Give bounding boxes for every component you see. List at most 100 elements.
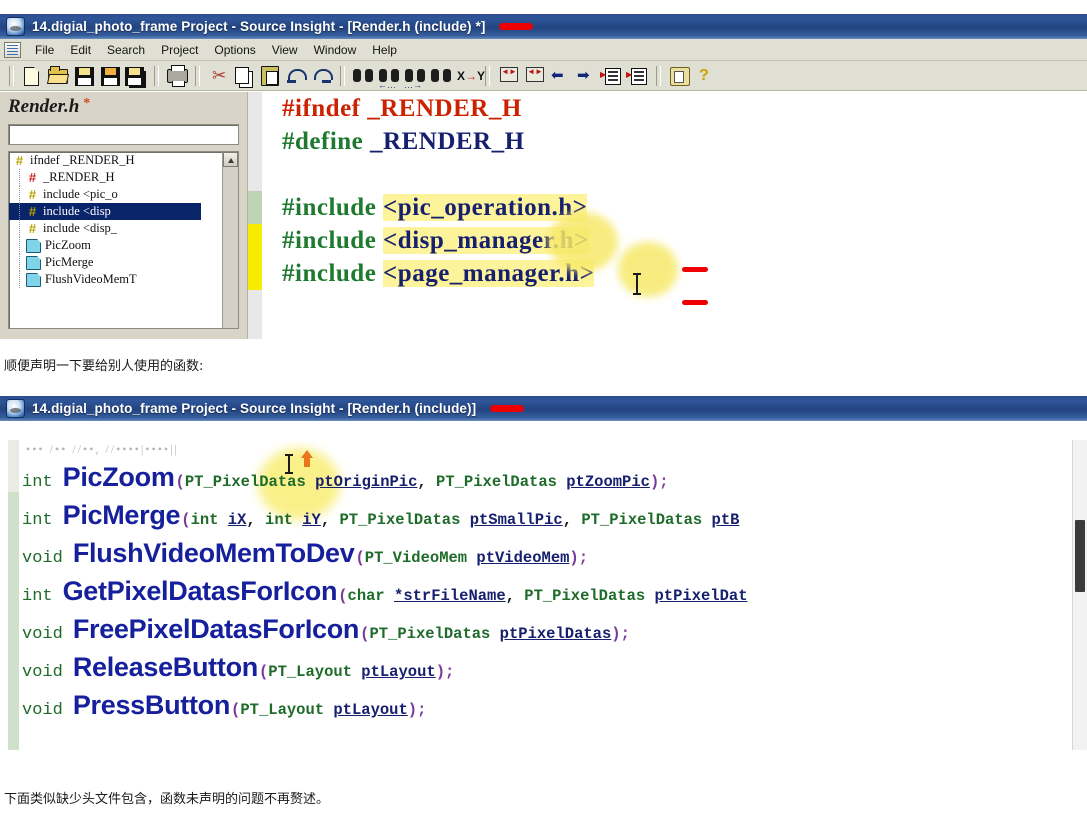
find-in-files-button[interactable] xyxy=(429,64,453,88)
title-red-dash-annotation xyxy=(499,23,534,30)
function-declarations-pane[interactable]: ••• /•• //••, //••••|••••|| int PicZoom … xyxy=(0,440,1087,750)
save-as-button[interactable] xyxy=(98,64,122,88)
replace-button[interactable]: X→Y xyxy=(455,64,485,88)
tree-item-selected[interactable]: # include <disp xyxy=(9,203,201,220)
page-icon xyxy=(26,238,41,253)
tree-item-label: include <pic_o xyxy=(43,187,118,201)
symbol-search-input[interactable] xyxy=(8,124,239,145)
function-name[interactable]: FreePixelDatasForIcon xyxy=(73,614,360,645)
menu-item-view[interactable]: View xyxy=(264,42,306,58)
tree-item[interactable]: # _RENDER_H xyxy=(9,169,238,186)
save-all-button[interactable] xyxy=(124,64,148,88)
app-icon xyxy=(6,17,25,36)
paste-button[interactable] xyxy=(258,64,282,88)
function-name[interactable]: PressButton xyxy=(73,690,231,721)
symbol-tree-scrollbar[interactable] xyxy=(222,152,238,328)
pane-scrollbar[interactable] xyxy=(1072,440,1087,750)
menu-item-project[interactable]: Project xyxy=(153,42,206,58)
save-all-icon xyxy=(125,66,144,86)
print-button[interactable] xyxy=(165,64,189,88)
source-insight-window-2: 14.digial_photo_frame Project - Source I… xyxy=(0,396,1087,421)
function-declaration-row[interactable]: void ReleaseButton (PT_Layout ptLayout); xyxy=(22,652,454,688)
code-line: #define _RENDER_H xyxy=(282,125,594,158)
window2-titlebar: 14.digial_photo_frame Project - Source I… xyxy=(0,396,1087,421)
tree-item[interactable]: # ifndef _RENDER_H xyxy=(9,152,238,169)
symbol-window-filename: Render.h * xyxy=(0,92,247,124)
save-icon xyxy=(75,66,94,86)
save-button[interactable] xyxy=(72,64,96,88)
preprocessor-directive: #ifndef xyxy=(282,95,361,122)
code-lines: #ifndef _RENDER_H #define _RENDER_H #inc… xyxy=(282,92,595,290)
new-file-button[interactable] xyxy=(20,64,44,88)
find-button[interactable] xyxy=(351,64,375,88)
function-declaration-row[interactable]: void PressButton (PT_Layout ptLayout); xyxy=(22,690,426,726)
function-name[interactable]: ReleaseButton xyxy=(73,652,258,683)
print-icon xyxy=(167,64,188,87)
tree-item[interactable]: # include <pic_o xyxy=(9,186,238,203)
redo-button[interactable] xyxy=(310,64,334,88)
menu-item-search[interactable]: Search xyxy=(99,42,153,58)
tree-indent xyxy=(13,237,26,254)
function-declaration-row[interactable]: void FlushVideoMemToDev (PT_VideoMem ptV… xyxy=(22,538,588,574)
line-red-dash-annotation xyxy=(682,300,708,305)
forward-arrow-icon: ➡ xyxy=(577,66,590,84)
function-declaration-row[interactable]: int PicZoom (PT_PixelDatas ptOriginPic, … xyxy=(22,462,669,498)
tree-item-label: include <disp_ xyxy=(43,221,118,235)
copy-icon xyxy=(235,66,249,84)
scroll-up-arrow-icon[interactable] xyxy=(223,152,238,167)
function-signature: (PT_PixelDatas ptOriginPic, PT_PixelData… xyxy=(175,473,669,491)
tree-item[interactable]: PicZoom xyxy=(9,237,238,254)
back-arrow-icon: ⬅ xyxy=(551,66,564,84)
document-window-icon[interactable] xyxy=(4,41,21,58)
menu-item-edit[interactable]: Edit xyxy=(62,42,99,58)
help-button[interactable]: ? xyxy=(693,64,717,88)
filename-text: Render.h xyxy=(8,96,80,117)
context-window-button[interactable] xyxy=(667,64,691,88)
forward-button[interactable]: ➡ xyxy=(574,64,598,88)
app-icon xyxy=(6,399,25,418)
menu-item-options[interactable]: Options xyxy=(206,42,263,58)
menu-item-file[interactable]: File xyxy=(27,42,62,58)
find-previous-button[interactable]: ←… xyxy=(377,64,401,89)
caption-bottom: 下面类似缺少头文件包含，函数未声明的问题不再赘述。 xyxy=(4,792,330,807)
find-next-button[interactable]: …→ xyxy=(403,64,427,89)
function-signature: (PT_Layout ptLayout); xyxy=(258,663,455,681)
jump-back-button[interactable] xyxy=(496,64,520,88)
function-name[interactable]: PicZoom xyxy=(63,462,175,493)
menu-item-window[interactable]: Window xyxy=(306,42,365,58)
symbol-list-button[interactable]: ▶ xyxy=(626,64,650,88)
symbol-tree[interactable]: # ifndef _RENDER_H # _RENDER_H # include… xyxy=(8,151,239,329)
tree-indent xyxy=(13,186,26,203)
tree-item[interactable]: FlushVideoMemT xyxy=(9,271,238,288)
function-name[interactable]: FlushVideoMemToDev xyxy=(73,538,355,569)
tree-item[interactable]: # include <disp_ xyxy=(9,220,238,237)
tree-indent xyxy=(13,271,26,288)
goto-line-button[interactable]: ▶ xyxy=(600,64,624,88)
menu-item-help[interactable]: Help xyxy=(364,42,405,58)
function-name[interactable]: PicMerge xyxy=(63,500,181,531)
function-name[interactable]: GetPixelDatasForIcon xyxy=(63,576,338,607)
open-file-button[interactable] xyxy=(46,64,70,88)
return-type: int xyxy=(22,473,53,492)
back-button[interactable]: ⬅ xyxy=(548,64,572,88)
preprocessor-directive: #include xyxy=(282,194,377,221)
toolbar-separator xyxy=(195,65,200,86)
undo-button[interactable] xyxy=(284,64,308,88)
scrollbar-thumb[interactable] xyxy=(1075,520,1085,592)
help-icon: ? xyxy=(699,66,709,84)
tree-item[interactable]: PicMerge xyxy=(9,254,238,271)
cut-button[interactable]: ✂ xyxy=(206,64,230,88)
gutter-change-marker-yellow xyxy=(248,224,262,290)
code-editor-pane[interactable]: #ifndef _RENDER_H #define _RENDER_H #inc… xyxy=(248,92,1087,339)
jump-forward-button[interactable] xyxy=(522,64,546,88)
function-declaration-row[interactable]: int GetPixelDatasForIcon (char *strFileN… xyxy=(22,576,748,612)
toolbar-separator xyxy=(340,65,345,86)
function-declaration-row[interactable]: void FreePixelDatasForIcon (PT_PixelData… xyxy=(22,614,630,650)
redo-icon xyxy=(312,68,333,84)
save-as-icon xyxy=(101,66,120,86)
function-declaration-row[interactable]: int PicMerge (int iX, int iY, PT_PixelDa… xyxy=(22,500,739,536)
code-line: #include <page_manager.h> xyxy=(282,257,595,290)
preprocessor-directive: #include xyxy=(282,260,377,287)
jump-forward-box-icon xyxy=(526,66,544,82)
copy-button[interactable] xyxy=(232,64,256,88)
